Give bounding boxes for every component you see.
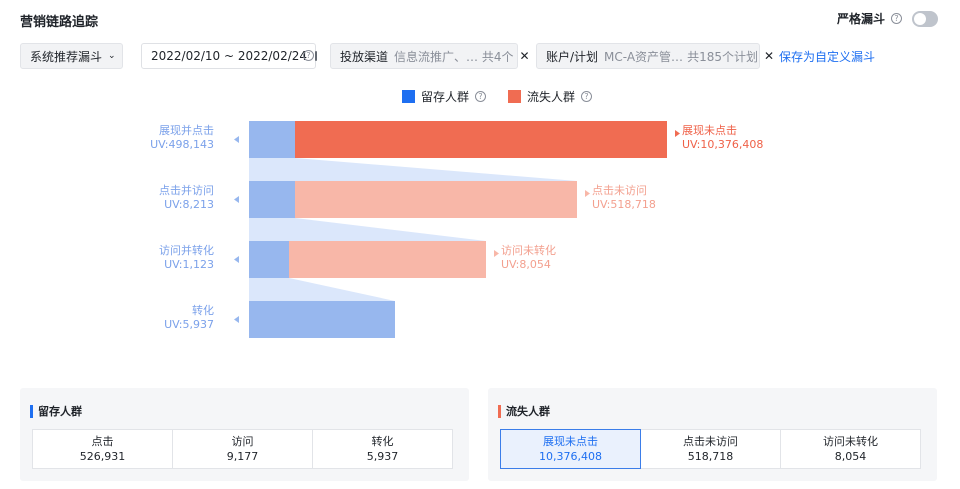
retained-cell-visit[interactable]: 访问 9,177 [173, 430, 313, 468]
cell-value: 526,931 [79, 450, 126, 463]
lost-bar[interactable] [295, 181, 577, 218]
lost-cell-visit-no-convert[interactable]: 访问未转化 8,054 [781, 430, 920, 468]
funnel-label-right: 展现未点击 UV:10,376,408 [682, 124, 763, 152]
cell-label: 点击未访问 [683, 435, 738, 448]
lost-panel-title: 流失人群 [506, 405, 550, 418]
funnel-connector [249, 218, 486, 241]
funnel-chart [234, 121, 680, 338]
stage-uv: UV:5,937 [164, 318, 214, 331]
cell-label: 转化 [371, 435, 394, 448]
retained-bar[interactable] [249, 301, 395, 338]
stage-name: 展现未点击 [682, 124, 737, 137]
caret-left-icon [234, 136, 239, 143]
caret-right-icon [675, 130, 680, 137]
cell-value: 8,054 [834, 450, 867, 463]
lost-bar[interactable] [289, 241, 486, 278]
retained-bar[interactable] [249, 121, 295, 158]
retained-bar[interactable] [249, 181, 295, 218]
stage-uv: UV:498,143 [150, 138, 214, 151]
lost-cells: 展现未点击 10,376,408 点击未访问 518,718 访问未转化 8,0… [500, 429, 921, 469]
cell-label: 访问 [231, 435, 254, 448]
retained-cell-convert[interactable]: 转化 5,937 [313, 430, 452, 468]
funnel-label-left: 展现并点击 UV:498,143 [150, 124, 214, 152]
cell-value: 9,177 [226, 450, 259, 463]
stage-uv: UV:10,376,408 [682, 138, 764, 151]
funnel-label-left: 点击并访问 UV:8,213 [159, 184, 214, 212]
funnel-label-left: 转化 UV:5,937 [164, 304, 214, 332]
stage-uv: UV:8,054 [501, 258, 551, 271]
stage-uv: UV:1,123 [164, 258, 214, 271]
cell-label: 访问未转化 [823, 435, 878, 448]
accent-bar [498, 404, 501, 418]
cell-value: 10,376,408 [539, 450, 602, 463]
stage-name: 访问并转化 [159, 244, 214, 257]
lost-cell-impression-no-click[interactable]: 展现未点击 10,376,408 [500, 429, 641, 469]
cell-value: 518,718 [687, 450, 734, 463]
lost-cell-click-no-visit[interactable]: 点击未访问 518,718 [641, 430, 781, 468]
lost-bar[interactable] [295, 121, 667, 158]
stage-name: 点击并访问 [159, 184, 214, 197]
caret-left-icon [234, 196, 239, 203]
funnel-connector [249, 158, 577, 181]
funnel-connector [249, 278, 395, 301]
funnel-label-right: 访问未转化 UV:8,054 [501, 244, 556, 272]
stage-uv: UV:518,718 [592, 198, 656, 211]
lost-panel: 流失人群 展现未点击 10,376,408 点击未访问 518,718 访问未转… [488, 388, 937, 481]
cell-label: 点击 [91, 435, 114, 448]
funnel-label-left: 访问并转化 UV:1,123 [159, 244, 214, 272]
retained-cell-click[interactable]: 点击 526,931 [33, 430, 173, 468]
caret-left-icon [234, 316, 239, 323]
caret-right-icon [585, 190, 590, 197]
stage-name: 转化 [192, 304, 214, 317]
retained-panel-header: 留存人群 [30, 403, 82, 419]
stage-name: 访问未转化 [501, 244, 556, 257]
caret-right-icon [494, 250, 499, 257]
retained-panel-title: 留存人群 [38, 405, 82, 418]
cell-value: 5,937 [366, 450, 399, 463]
stage-uv: UV:8,213 [164, 198, 214, 211]
retained-bar[interactable] [249, 241, 289, 278]
stage-name: 展现并点击 [159, 124, 214, 137]
retained-cells: 点击 526,931 访问 9,177 转化 5,937 [32, 429, 453, 469]
retained-panel: 留存人群 点击 526,931 访问 9,177 转化 5,937 [20, 388, 469, 481]
accent-bar [30, 404, 33, 418]
lost-panel-header: 流失人群 [498, 403, 550, 419]
caret-left-icon [234, 256, 239, 263]
stage-name: 点击未访问 [592, 184, 647, 197]
cell-label: 展现未点击 [543, 435, 598, 448]
funnel-label-right: 点击未访问 UV:518,718 [592, 184, 656, 212]
